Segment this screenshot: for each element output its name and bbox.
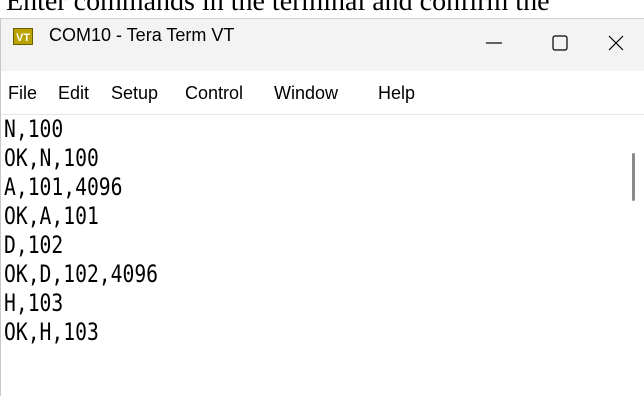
terminal-line: OK,A,101	[4, 202, 99, 230]
document-caption: Enter commands in the terminal and confi…	[6, 0, 550, 17]
maximize-button[interactable]	[531, 19, 589, 65]
terminal-line: OK,H,103	[4, 318, 99, 346]
maximize-icon	[552, 35, 568, 51]
close-button[interactable]	[587, 19, 644, 65]
menu-help[interactable]: Help	[378, 83, 415, 104]
tera-term-vt-icon[interactable]: VT	[13, 28, 33, 45]
tera-term-window: VT COM10 - Tera Term VT File Edit Setup …	[0, 18, 644, 396]
scrollbar-thumb[interactable]	[632, 153, 635, 201]
terminal-output: N,100 OK,N,100 A,101,4096 OK,A,101 D,102…	[4, 115, 192, 347]
terminal-line: A,101,4096	[4, 173, 123, 201]
menu-setup[interactable]: Setup	[111, 83, 158, 104]
terminal-line: OK,N,100	[4, 144, 99, 172]
minimize-button[interactable]	[465, 19, 523, 65]
close-icon	[608, 35, 624, 51]
menu-bar: File Edit Setup Control Window Help	[1, 71, 644, 115]
menu-file[interactable]: File	[8, 83, 37, 104]
terminal-line: N,100	[4, 115, 64, 143]
terminal-line: OK,D,102,4096	[4, 260, 159, 288]
menu-control[interactable]: Control	[185, 83, 243, 104]
terminal-line: D,102	[4, 231, 64, 259]
menu-edit[interactable]: Edit	[58, 83, 89, 104]
minimize-icon	[486, 42, 502, 44]
terminal-area[interactable]: N,100 OK,N,100 A,101,4096 OK,A,101 D,102…	[1, 115, 644, 396]
terminal-line: H,103	[4, 289, 64, 317]
vertical-scrollbar[interactable]	[623, 115, 644, 396]
menu-window[interactable]: Window	[274, 83, 338, 104]
icon-text: VT	[16, 32, 30, 44]
window-title: COM10 - Tera Term VT	[49, 25, 235, 45]
title-bar[interactable]: VT COM10 - Tera Term VT	[1, 19, 644, 71]
